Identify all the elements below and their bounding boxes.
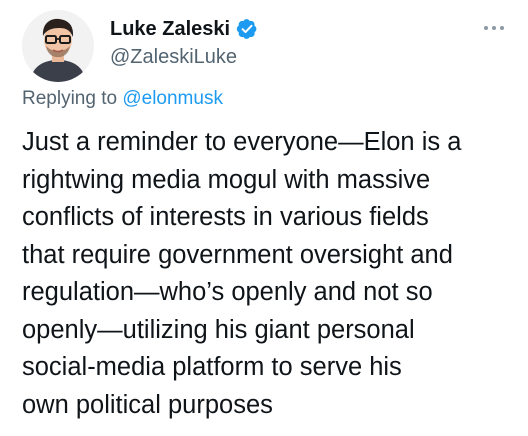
tweet-text-line: openly—utilizing his giant personal xyxy=(22,315,415,344)
tweet-text-line: social-media platform to serve his xyxy=(22,353,402,381)
author-display-name[interactable]: Luke Zaleski xyxy=(110,17,230,41)
tweet-text-line: own political purposes xyxy=(22,390,273,419)
tweet-text-line: that require government oversight and xyxy=(22,240,453,269)
tweet-text-line: conflicts of interests in various fields xyxy=(22,203,429,231)
tweet-text-line: regulation—who’s openly and not so xyxy=(22,278,433,306)
tweet-text-line: Just a reminder to everyone—Elon is a xyxy=(22,128,462,156)
verified-badge-icon xyxy=(236,18,258,40)
replying-to: Replying to @elonmusk xyxy=(22,86,223,112)
more-options-icon[interactable] xyxy=(484,24,504,32)
replying-to-prefix: Replying to xyxy=(22,88,118,109)
tweet-text-line: rightwing media mogul with massive xyxy=(22,165,431,194)
avatar[interactable] xyxy=(22,10,94,82)
replying-to-mention-link[interactable]: @elonmusk xyxy=(122,88,223,109)
tweet-card: Luke Zaleski @ZaleskiLuke Replying to @e… xyxy=(0,0,528,436)
author-name-row: Luke Zaleski xyxy=(110,17,258,41)
author-handle[interactable]: @ZaleskiLuke xyxy=(110,45,237,69)
tweet-text: Just a reminder to everyone—Elon is a ri… xyxy=(22,124,514,424)
